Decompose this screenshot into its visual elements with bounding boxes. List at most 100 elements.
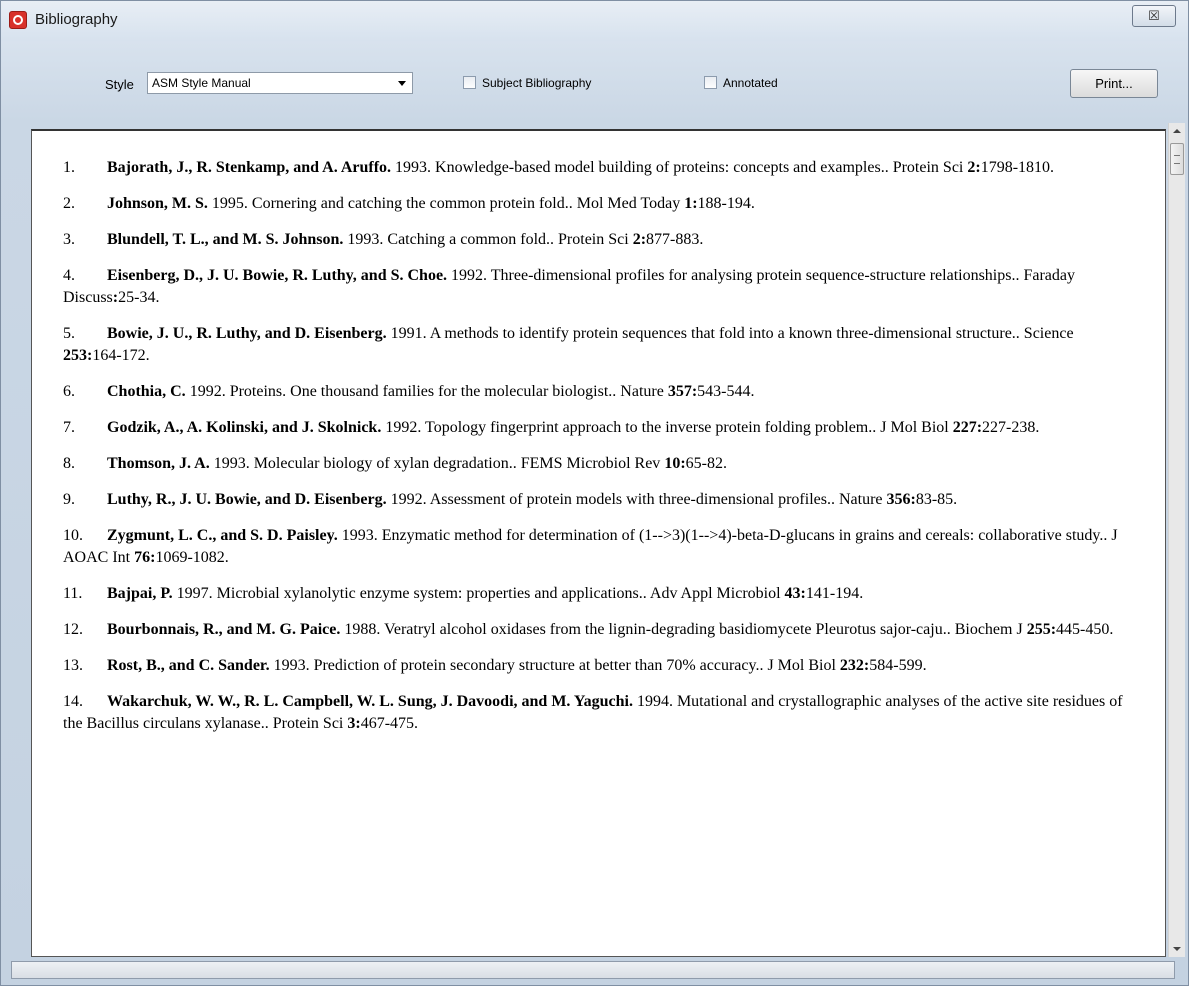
reference-volume: 232: — [839, 657, 870, 674]
reference-pages: 445-450. — [1056, 621, 1114, 638]
reference-item: 3. Blundell, T. L., and M. S. Johnson. 19… — [63, 229, 1135, 251]
reference-number: 2. — [63, 195, 75, 212]
reference-details: 1992. Proteins. One thousand families fo… — [185, 383, 668, 400]
reference-item: 8. Thomson, J. A. 1993. Molecular biology… — [63, 453, 1135, 475]
reference-pages: 877-883. — [646, 231, 704, 248]
app-logo-icon — [9, 11, 27, 29]
reference-item: 2. Johnson, M. S. 1995. Cornering and cat… — [63, 193, 1135, 215]
reference-volume: 356: — [886, 491, 916, 508]
reference-pages: 141-194. — [805, 585, 864, 602]
reference-list: 1. Bajorath, J., R. Stenkamp, and A. Aruf… — [32, 131, 1165, 735]
reference-item: 1. Bajorath, J., R. Stenkamp, and A. Aruf… — [63, 157, 1135, 179]
reference-details: 1997. Microbial xylanolytic enzyme syste… — [172, 585, 785, 602]
reference-number: 1. — [63, 159, 75, 176]
reference-authors: Bajorath, J., R. Stenkamp, and A. Aruffo… — [107, 159, 392, 176]
reference-volume: 1: — [684, 195, 698, 212]
reference-details: 1991. A methods to identify protein sequ… — [386, 325, 1074, 342]
reference-number: 6. — [63, 383, 75, 400]
reference-number: 10. — [63, 527, 83, 544]
reference-item: 6. Chothia, C. 1992. Proteins. One thousa… — [63, 381, 1135, 403]
reference-volume: 3: — [347, 715, 361, 732]
reference-authors: Eisenberg, D., J. U. Bowie, R. Luthy, an… — [107, 267, 448, 284]
reference-pages: 188-194. — [697, 195, 755, 212]
reference-pages: 83-85. — [915, 491, 958, 508]
reference-volume: 227: — [952, 419, 983, 436]
reference-number: 8. — [63, 455, 75, 472]
reference-item: 11. Bajpai, P. 1997. Microbial xylanolyti… — [63, 583, 1135, 605]
reference-pages: 65-82. — [685, 455, 727, 472]
reference-item: 14. Wakarchuk, W. W., R. L. Campbell, W. … — [63, 691, 1135, 735]
window-title: Bibliography — [35, 11, 118, 28]
reference-details: 1993. Catching a common fold.. Protein S… — [343, 231, 633, 248]
title-bar: Bibliography ☒ — [1, 1, 1188, 41]
reference-volume: 357: — [667, 383, 698, 400]
toolbar: Style ASM Style Manual Subject Bibliogra… — [1, 49, 1188, 109]
reference-number: 12. — [63, 621, 83, 638]
reference-number: 5. — [63, 325, 75, 342]
reference-volume: 10: — [664, 455, 686, 472]
annotated-label: Annotated — [723, 76, 778, 90]
reference-authors: Bowie, J. U., R. Luthy, and D. Eisenberg… — [107, 325, 387, 342]
reference-details: 1993. Prediction of protein secondary st… — [269, 657, 840, 674]
close-button[interactable]: ☒ — [1132, 5, 1176, 27]
reference-authors: Bourbonnais, R., and M. G. Paice. — [107, 621, 341, 638]
reference-volume: 43: — [784, 585, 806, 602]
chevron-down-icon — [398, 81, 406, 86]
reference-pages: 543-544. — [697, 383, 755, 400]
reference-details: 1992. Assessment of protein models with … — [386, 491, 887, 508]
reference-details: 1988. Veratryl alcohol oxidases from the… — [340, 621, 1027, 638]
scroll-down-icon[interactable] — [1173, 947, 1181, 951]
subject-bibliography-label: Subject Bibliography — [482, 76, 592, 90]
reference-authors: Bajpai, P. — [107, 585, 173, 602]
reference-details: 1993. Knowledge-based model building of … — [391, 159, 968, 176]
style-dropdown[interactable]: ASM Style Manual — [147, 72, 413, 94]
style-dropdown-value: ASM Style Manual — [152, 76, 251, 90]
reference-volume: 2: — [632, 231, 647, 248]
reference-number: 13. — [63, 657, 83, 674]
reference-authors: Godzik, A., A. Kolinski, and J. Skolnick… — [107, 419, 382, 436]
reference-authors: Luthy, R., J. U. Bowie, and D. Eisenberg… — [107, 491, 387, 508]
reference-authors: Zygmunt, L. C., and S. D. Paisley. — [107, 527, 338, 544]
reference-pages: 227-238. — [982, 419, 1040, 436]
print-button[interactable]: Print... — [1070, 69, 1158, 98]
reference-details: 1992. Topology fingerprint approach to t… — [381, 419, 953, 436]
reference-item: 5. Bowie, J. U., R. Luthy, and D. Eisenbe… — [63, 323, 1135, 367]
vertical-scrollbar[interactable] — [1168, 123, 1185, 957]
reference-pages: 25-34. — [118, 289, 160, 306]
reference-item: 9. Luthy, R., J. U. Bowie, and D. Eisenbe… — [63, 489, 1135, 511]
reference-pages: 164-172. — [92, 347, 150, 364]
reference-pages: 467-475. — [360, 715, 419, 732]
scroll-up-icon[interactable] — [1173, 129, 1181, 133]
bibliography-window: Bibliography ☒ Style ASM Style Manual Su… — [0, 0, 1189, 986]
scroll-thumb[interactable] — [1170, 143, 1184, 175]
subject-bibliography-checkbox[interactable] — [463, 76, 476, 89]
reference-volume: 253: — [63, 347, 93, 364]
reference-authors: Blundell, T. L., and M. S. Johnson. — [107, 231, 344, 248]
reference-number: 14. — [63, 693, 83, 710]
reference-details: 1993. Molecular biology of xylan degrada… — [209, 455, 665, 472]
style-label: Style — [105, 77, 134, 92]
reference-volume: 2: — [967, 159, 981, 176]
reference-authors: Johnson, M. S. — [107, 195, 208, 212]
reference-pages: 1798-1810. — [980, 159, 1055, 176]
reference-item: 7. Godzik, A., A. Kolinski, and J. Skolni… — [63, 417, 1135, 439]
reference-number: 9. — [63, 491, 75, 508]
reference-item: 10. Zygmunt, L. C., and S. D. Paisley. 19… — [63, 525, 1135, 569]
reference-pages: 1069-1082. — [155, 549, 229, 566]
reference-authors: Chothia, C. — [107, 383, 186, 400]
reference-pages: 584-599. — [869, 657, 927, 674]
reference-volume: 255: — [1026, 621, 1057, 638]
reference-item: 13. Rost, B., and C. Sander. 1993. Predic… — [63, 655, 1135, 677]
reference-number: 11. — [63, 585, 83, 602]
reference-volume: 76: — [134, 549, 156, 566]
reference-number: 7. — [63, 419, 75, 436]
bibliography-document[interactable]: 1. Bajorath, J., R. Stenkamp, and A. Aruf… — [31, 129, 1166, 957]
reference-authors: Wakarchuk, W. W., R. L. Campbell, W. L. … — [107, 693, 633, 710]
reference-number: 4. — [63, 267, 75, 284]
reference-item: 4. Eisenberg, D., J. U. Bowie, R. Luthy, … — [63, 265, 1135, 309]
reference-authors: Thomson, J. A. — [107, 455, 210, 472]
reference-authors: Rost, B., and C. Sander. — [107, 657, 270, 674]
horizontal-scrollbar[interactable] — [11, 961, 1175, 979]
reference-details: 1995. Cornering and catching the common … — [207, 195, 685, 212]
annotated-checkbox[interactable] — [704, 76, 717, 89]
